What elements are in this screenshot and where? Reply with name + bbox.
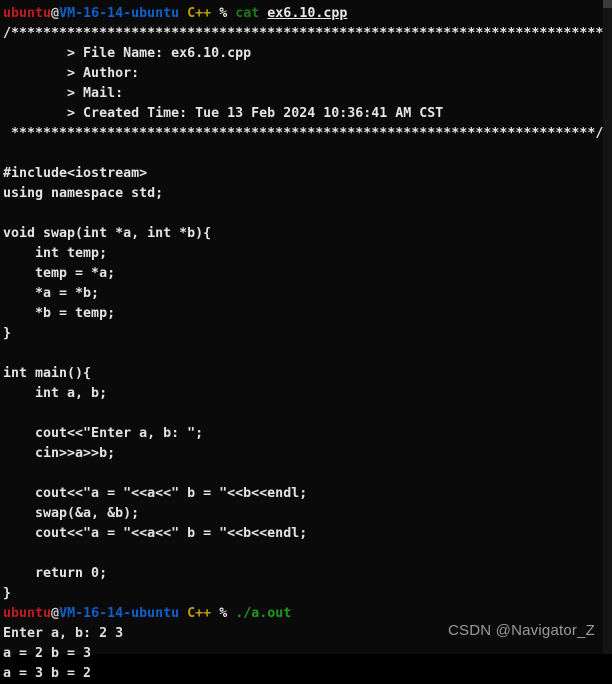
- command-argument-file: ex6.10.cpp: [267, 6, 348, 21]
- prompt2-at-symbol: @: [51, 606, 60, 621]
- source-code-line: temp = *a;: [3, 266, 116, 281]
- program-output-line: a = 2 b = 3: [3, 646, 92, 661]
- source-code-line: int a, b;: [3, 386, 108, 401]
- source-code-line: void swap(int *a, int *b){: [3, 226, 212, 241]
- comment-author: > Author:: [3, 66, 148, 81]
- prompt-line-run: ubuntu@VM-16-14-ubuntu C++ % ./a.out: [3, 604, 612, 624]
- source-code-line: #include<iostream>: [3, 166, 148, 181]
- source-code-line: cout<<"a = "<<a<<" b = "<<b<<endl;: [3, 526, 308, 541]
- source-code-line: [3, 344, 612, 364]
- command-run-executable: ./a.out: [235, 606, 292, 621]
- source-code-line: swap(&a, &b);: [3, 506, 140, 521]
- command-cat: cat: [235, 6, 260, 21]
- prompt-host: VM-16-14-ubuntu: [59, 6, 180, 21]
- scrollbar-track[interactable]: [603, 0, 612, 654]
- source-code-line: *b = temp;: [3, 306, 116, 321]
- source-code-line: [3, 204, 612, 224]
- prompt-directory: C++: [187, 6, 212, 21]
- source-code-line: [3, 544, 612, 564]
- source-code-line: [3, 144, 612, 164]
- prompt2-space-1: [179, 606, 187, 621]
- program-output-line: a = 3 b = 2: [3, 666, 92, 681]
- prompt-space-1: [179, 6, 187, 21]
- source-code-line: cin>>a>>b;: [3, 446, 116, 461]
- watermark-text: CSDN @Navigator_Z: [448, 622, 595, 639]
- prompt2-user: ubuntu: [3, 606, 52, 621]
- comment-top-rule: /***************************************…: [3, 26, 604, 41]
- comment-file-name: > File Name: ex6.10.cpp: [3, 46, 252, 61]
- prompt2-host: VM-16-14-ubuntu: [59, 606, 180, 621]
- source-code-line: [3, 404, 612, 424]
- source-code-line: cout<<"a = "<<a<<" b = "<<b<<endl;: [3, 486, 308, 501]
- source-code-line: }: [3, 586, 12, 601]
- source-code-line: int temp;: [3, 246, 108, 261]
- source-code-line: using namespace std;: [3, 186, 164, 201]
- source-code-body: #include<iostream> using namespace std; v…: [3, 144, 612, 604]
- source-code-line: [3, 464, 612, 484]
- prompt2-directory: C++: [187, 606, 212, 621]
- prompt-line-cat: ubuntu@VM-16-14-ubuntu C++ % cat ex6.10.…: [3, 4, 612, 24]
- comment-bottom-rule: ****************************************…: [3, 126, 604, 141]
- source-code-line: }: [3, 326, 12, 341]
- source-code-line: int main(){: [3, 366, 92, 381]
- source-code-line: *a = *b;: [3, 286, 100, 301]
- source-code-line: return 0;: [3, 566, 108, 581]
- prompt-user: ubuntu: [3, 6, 52, 21]
- scrollbar-thumb[interactable]: [603, 0, 612, 8]
- comment-created-time: > Created Time: Tue 13 Feb 2024 10:36:41…: [3, 106, 444, 121]
- comment-mail: > Mail:: [3, 86, 132, 101]
- source-code-line: cout<<"Enter a, b: ";: [3, 426, 204, 441]
- terminal-window[interactable]: ubuntu@VM-16-14-ubuntu C++ % cat ex6.10.…: [0, 0, 612, 681]
- prompt-at-symbol: @: [51, 6, 60, 21]
